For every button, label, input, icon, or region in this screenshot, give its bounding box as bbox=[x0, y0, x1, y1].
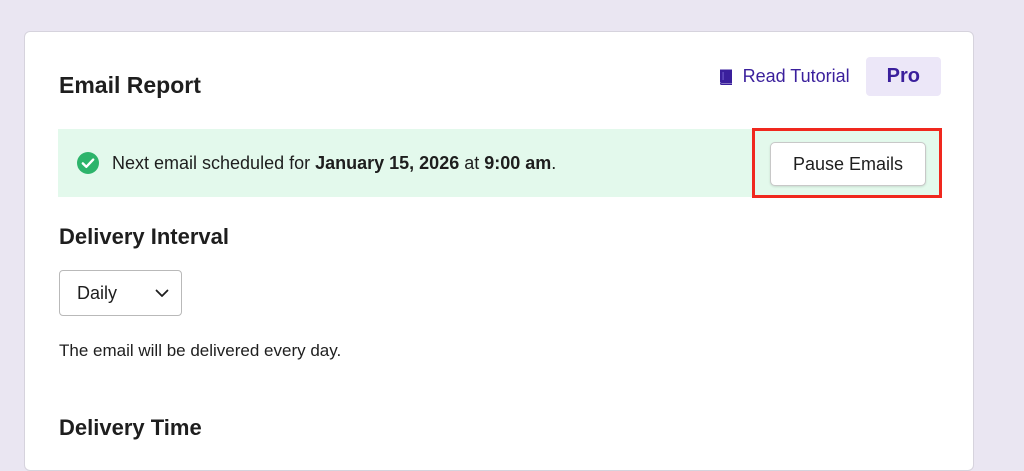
pro-badge: Pro bbox=[865, 57, 941, 96]
check-circle-icon bbox=[77, 152, 99, 174]
delivery-interval-value: Daily bbox=[77, 282, 118, 303]
delivery-time-heading: Delivery Time bbox=[59, 415, 202, 440]
chevron-down-icon bbox=[155, 289, 169, 297]
delivery-interval-heading: Delivery Interval bbox=[59, 224, 229, 249]
read-tutorial-label: Read Tutorial bbox=[742, 66, 850, 86]
header-actions: Read Tutorial Pro bbox=[717, 57, 941, 96]
notice-text: Next email scheduled for January 15, 202… bbox=[112, 153, 556, 174]
scheduled-date: January 15, 2026 bbox=[315, 152, 460, 173]
pause-emails-button[interactable]: Pause Emails bbox=[770, 142, 926, 186]
notice-suffix: . bbox=[551, 152, 557, 173]
notice-middle: at bbox=[459, 152, 485, 173]
read-tutorial-link[interactable]: Read Tutorial bbox=[717, 66, 850, 87]
scheduled-time: 9:00 am bbox=[484, 152, 552, 173]
book-icon bbox=[719, 69, 732, 85]
page-title: Email Report bbox=[59, 72, 201, 98]
notice-prefix: Next email scheduled for bbox=[112, 152, 316, 173]
email-report-card: Email Report Read Tutorial Pro Next emai… bbox=[24, 31, 974, 471]
delivery-interval-helper: The email will be delivered every day. bbox=[59, 341, 342, 360]
delivery-interval-select[interactable]: Daily bbox=[59, 270, 182, 316]
